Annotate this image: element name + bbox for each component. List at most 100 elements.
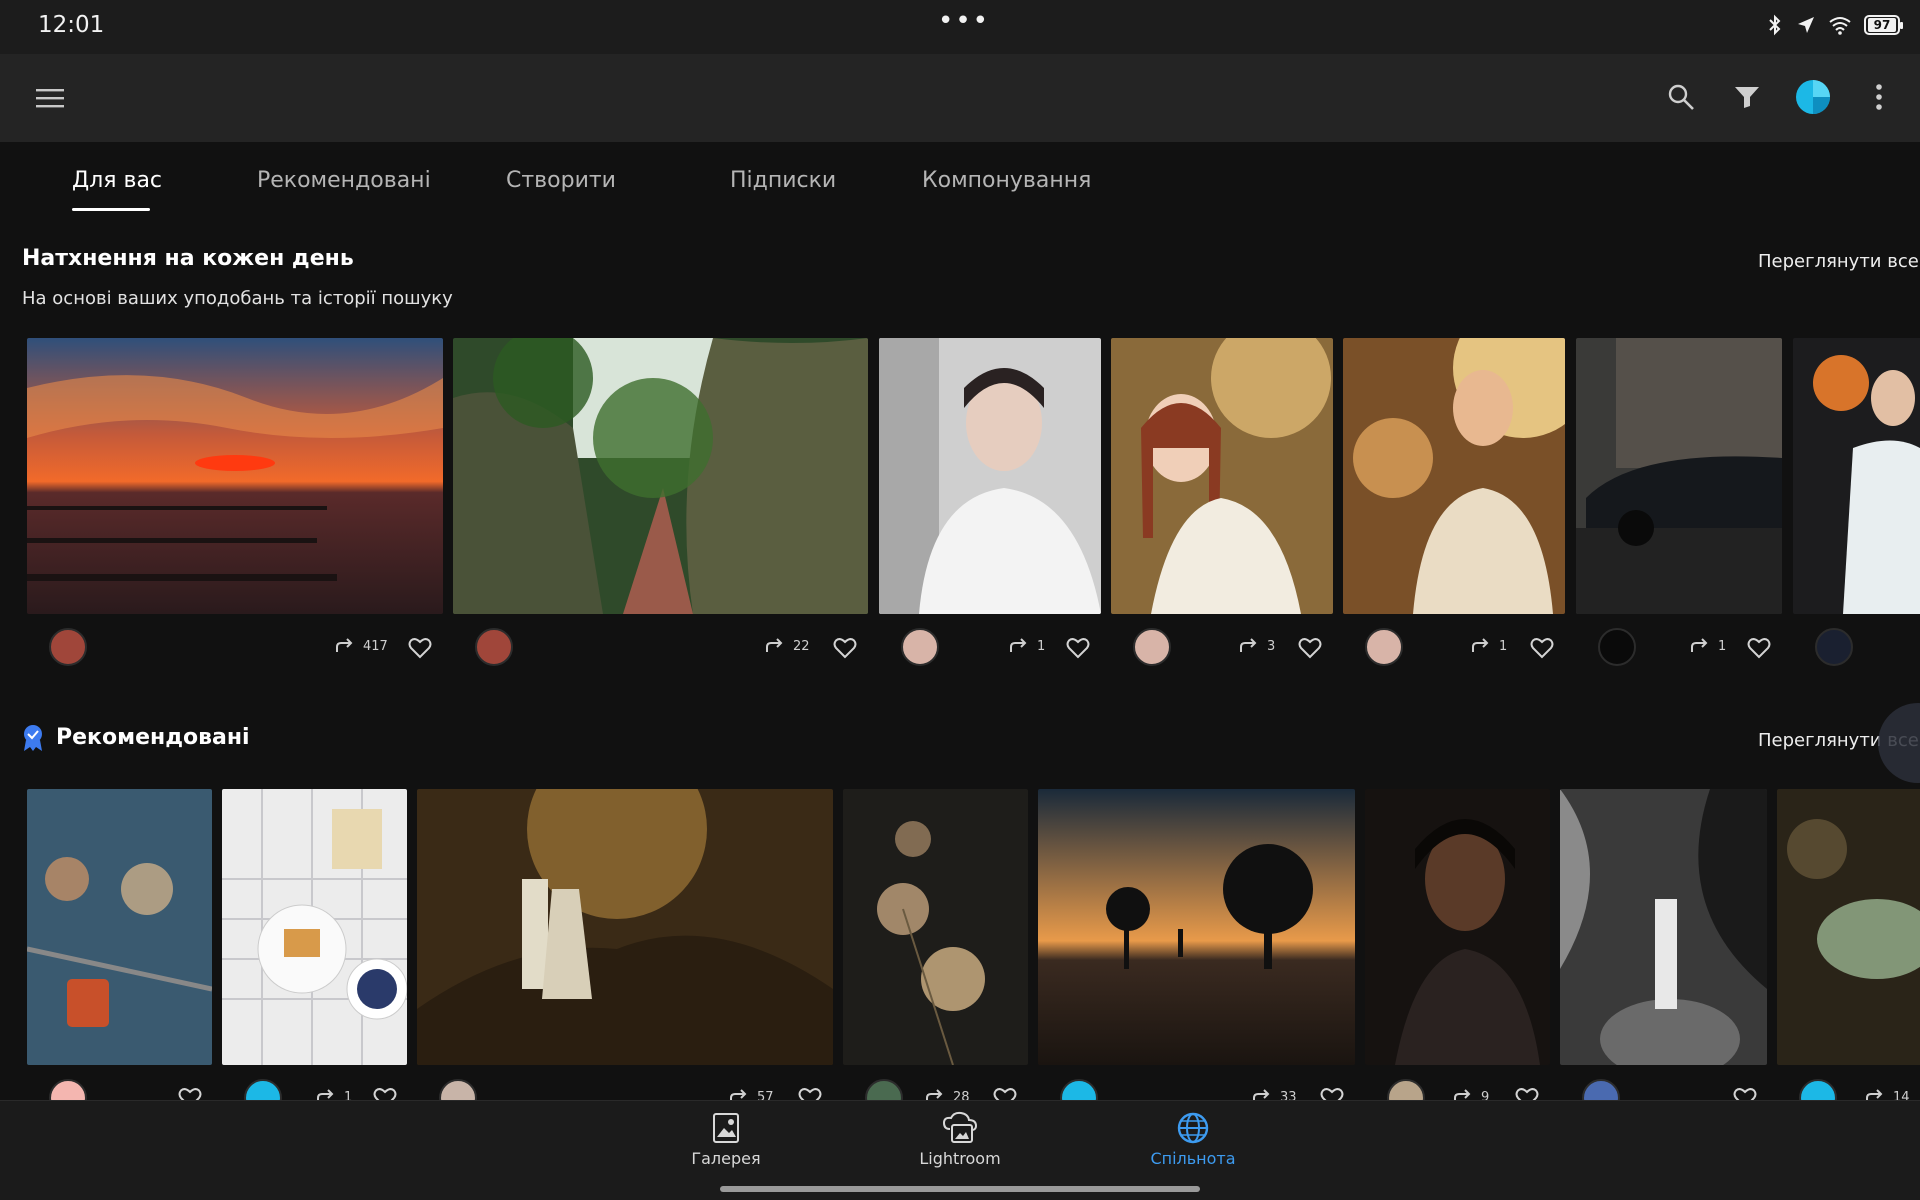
inspiration-card[interactable]: 1 <box>1343 338 1565 668</box>
card-meta <box>1793 628 1920 668</box>
section-daily-subtitle: На основі ваших уподобань та історії пош… <box>22 288 453 309</box>
filter-button[interactable] <box>1724 74 1770 120</box>
tree-silhouette-sunset-photo[interactable] <box>1038 789 1355 1065</box>
filter-icon <box>1735 87 1759 108</box>
location-icon <box>1796 15 1816 35</box>
card-meta: 417 <box>27 628 443 668</box>
author-avatar[interactable] <box>475 628 513 666</box>
bottom-navigation: Галерея Lightroom Спільнота <box>0 1100 1920 1200</box>
inspiration-card[interactable]: 22 <box>453 338 868 668</box>
card-meta: 1 <box>879 628 1101 668</box>
remix-count[interactable]: 1 <box>1690 638 1726 654</box>
heart-icon[interactable] <box>1747 637 1771 659</box>
heart-icon[interactable] <box>1530 637 1554 659</box>
active-tab-indicator <box>72 208 150 211</box>
remix-count[interactable]: 3 <box>1239 638 1275 654</box>
globe-icon <box>1177 1112 1209 1144</box>
search-button[interactable] <box>1658 74 1704 120</box>
card-meta: 22 <box>453 628 868 668</box>
featured-card[interactable]: 1 <box>222 789 407 1117</box>
green-light-abstract-photo[interactable] <box>1777 789 1920 1065</box>
remix-icon <box>766 638 783 652</box>
gallery-icon <box>713 1113 739 1143</box>
author-avatar[interactable] <box>1815 628 1853 666</box>
heart-icon[interactable] <box>408 637 432 659</box>
featured-card[interactable]: 57 <box>417 789 833 1117</box>
bw-rock-climber-photo[interactable] <box>1560 789 1767 1065</box>
remix-count[interactable]: 1 <box>1471 638 1507 654</box>
featured-card[interactable] <box>1560 789 1767 1117</box>
dark-portrait-photo[interactable] <box>1365 789 1550 1065</box>
search-icon <box>1668 84 1694 110</box>
tab-following[interactable]: Підписки <box>730 168 836 193</box>
status-time: 12:01 <box>38 12 105 38</box>
battery-level: 97 <box>1868 18 1896 32</box>
cloud-photo-icon <box>942 1111 978 1143</box>
nav-lightroom[interactable]: Lightroom <box>885 1111 1035 1168</box>
status-icons: 97 <box>1766 14 1903 36</box>
featured-card[interactable]: 9 <box>1365 789 1550 1117</box>
dried-flowers-photo[interactable] <box>843 789 1028 1065</box>
remix-icon <box>1691 638 1708 652</box>
card-meta: 1 <box>1576 628 1782 668</box>
padlock-bokeh-photo[interactable] <box>27 789 212 1065</box>
nav-community-label: Спільнота <box>1150 1149 1236 1168</box>
wifi-icon <box>1828 15 1852 35</box>
inspiration-card[interactable]: 417 <box>27 338 443 668</box>
featured-card[interactable]: 28 <box>843 789 1028 1117</box>
tab-featured[interactable]: Рекомендовані <box>257 168 431 193</box>
remix-count[interactable]: 22 <box>765 638 810 654</box>
inspiration-card[interactable] <box>1793 338 1920 668</box>
featured-card[interactable]: 33 <box>1038 789 1355 1117</box>
nav-gallery[interactable]: Галерея <box>651 1111 801 1168</box>
home-indicator[interactable] <box>720 1186 1200 1192</box>
remix-icon <box>1010 638 1027 652</box>
heart-icon[interactable] <box>833 637 857 659</box>
inspiration-card[interactable]: 1 <box>1576 338 1782 668</box>
tab-layouts[interactable]: Компонування <box>922 168 1091 193</box>
profile-button[interactable] <box>1790 74 1836 120</box>
author-avatar[interactable] <box>49 628 87 666</box>
featured-card[interactable]: 14 <box>1777 789 1920 1117</box>
remix-count[interactable]: 417 <box>335 638 388 654</box>
see-all-daily-link[interactable]: Переглянути все <box>1758 251 1919 272</box>
more-vertical-icon <box>1876 84 1882 110</box>
couple-forest-photo[interactable] <box>417 789 833 1065</box>
remix-icon <box>1472 638 1489 652</box>
section-featured-title: Рекомендовані <box>56 725 250 750</box>
tab-bar: Для вас Рекомендовані Створити Підписки … <box>0 142 1920 224</box>
edit-fab-button[interactable] <box>1878 703 1920 783</box>
battery-icon: 97 <box>1864 15 1903 35</box>
author-avatar[interactable] <box>1365 628 1403 666</box>
status-bar: 12:01 ••• 97 <box>0 0 1920 54</box>
woman-white-shirt-portrait[interactable] <box>879 338 1101 614</box>
remix-icon <box>1240 638 1257 652</box>
woman-braids-sunlight-portrait[interactable] <box>1111 338 1333 614</box>
heart-icon[interactable] <box>1066 637 1090 659</box>
nav-gallery-label: Галерея <box>691 1149 761 1168</box>
basketball-player-photo[interactable] <box>1793 338 1920 614</box>
remix-icon <box>336 638 353 652</box>
inspiration-card[interactable]: 1 <box>879 338 1101 668</box>
featured-card[interactable] <box>27 789 212 1117</box>
forest-path-rocks-photo[interactable] <box>453 338 868 614</box>
nav-community[interactable]: Спільнота <box>1118 1111 1268 1168</box>
black-car-street-photo[interactable] <box>1576 338 1782 614</box>
breakfast-table-photo[interactable] <box>222 789 407 1065</box>
sunset-sea-photo[interactable] <box>27 338 443 614</box>
tab-create[interactable]: Створити <box>506 168 616 193</box>
more-options-button[interactable] <box>1856 74 1902 120</box>
author-avatar[interactable] <box>901 628 939 666</box>
heart-icon[interactable] <box>1298 637 1322 659</box>
author-avatar[interactable] <box>1133 628 1171 666</box>
menu-button[interactable] <box>30 78 70 118</box>
remix-count[interactable]: 1 <box>1009 638 1045 654</box>
status-dots: ••• <box>938 6 991 36</box>
woman-flowers-backlit-portrait[interactable] <box>1343 338 1565 614</box>
featured-badge-icon <box>24 725 42 751</box>
nav-lightroom-label: Lightroom <box>919 1149 1001 1168</box>
card-meta: 1 <box>1343 628 1565 668</box>
inspiration-card[interactable]: 3 <box>1111 338 1333 668</box>
tab-for-you[interactable]: Для вас <box>72 168 162 193</box>
author-avatar[interactable] <box>1598 628 1636 666</box>
